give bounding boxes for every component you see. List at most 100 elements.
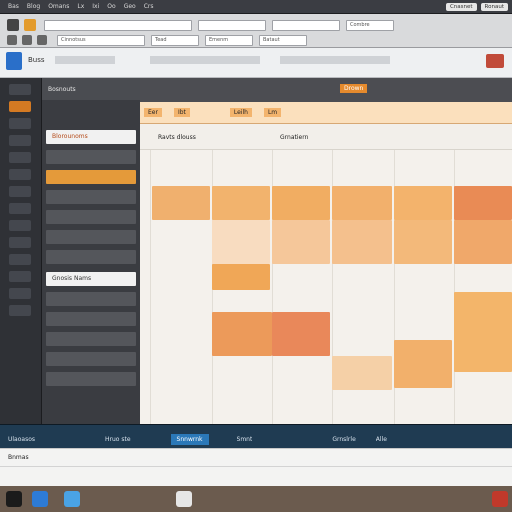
rail-button[interactable] [9,186,31,197]
calendar-title[interactable]: Drown [340,84,368,93]
toolbar-icon[interactable] [37,35,47,45]
calendar-event[interactable] [454,220,512,264]
calendar-event[interactable] [272,312,330,356]
calendar-tabs: Eer Ibt Leilh Lm [140,102,512,124]
side-header: Bosnouts [42,78,140,100]
calendar-top-bar: Drown [140,78,512,102]
calendar-event[interactable] [332,186,392,220]
calendar-event[interactable] [394,340,452,388]
side-item[interactable] [46,230,136,244]
calendar-event[interactable] [394,220,452,264]
rail-button[interactable] [9,254,31,265]
status-item[interactable]: Hruo ste [105,436,131,443]
calendar-tab[interactable]: Lm [263,108,282,117]
calendar-event[interactable] [332,220,392,264]
table-header-cell: Bnmas [8,454,29,461]
view-dropdown[interactable]: Combre [346,19,394,31]
side-item[interactable] [46,292,136,306]
ribbon-control[interactable] [55,56,115,64]
rail-button[interactable] [9,237,31,248]
calendar-event[interactable] [152,186,210,220]
rail-button[interactable] [9,271,31,282]
menu-right-button[interactable]: Cnasnet [445,2,477,11]
calendar-tab[interactable]: Ibt [173,108,190,117]
calendar-event[interactable] [212,312,272,356]
ribbon: Buss [0,48,512,78]
folder-icon[interactable] [24,19,36,31]
calendar-event[interactable] [454,186,512,220]
dock-icon[interactable] [32,491,48,507]
side-item[interactable] [46,332,136,346]
ribbon-control[interactable] [150,56,260,64]
rail-button[interactable] [9,288,31,299]
side-item[interactable] [46,312,136,326]
left-rail [0,78,42,424]
column-header: Grnatiern [280,134,309,141]
search-input[interactable] [44,19,192,31]
toolbar-button[interactable]: Tead [151,34,199,46]
side-title: Bosnouts [48,85,76,93]
rail-button[interactable] [9,220,31,231]
calendar-tab[interactable]: Leilh [229,108,252,117]
rail-button[interactable] [9,118,31,129]
rail-button[interactable] [9,135,31,146]
toolbar-icon[interactable] [22,35,32,45]
side-item[interactable] [46,190,136,204]
menu-item[interactable]: Lx [77,3,84,10]
side-item-highlighted[interactable]: Gnosis Nams [46,272,136,286]
side-panel: Bosnouts Blorounoms Gnosis Nams [42,78,140,424]
status-item[interactable]: Alle [376,436,387,443]
calendar-event[interactable] [454,292,512,372]
menu-item[interactable]: Ixi [92,3,99,10]
calendar-event[interactable] [212,264,270,290]
side-item[interactable] [46,250,136,264]
toolbar-button[interactable]: Bataut [259,34,307,46]
side-item[interactable] [46,170,136,184]
rail-button[interactable] [9,152,31,163]
ribbon-alert-icon[interactable] [486,54,504,68]
status-item[interactable]: Smnt [237,436,253,443]
calendar-header: Ravts dlouss Grnatiern [140,124,512,150]
side-item-selected[interactable]: Blorounoms [46,130,136,144]
rail-button[interactable] [9,305,31,316]
ribbon-control[interactable] [280,56,390,64]
menu-item[interactable]: Crs [144,3,154,10]
dock-icon[interactable] [6,491,22,507]
menu-item[interactable]: Blog [27,3,40,10]
toolbar-button[interactable]: Emenm [205,34,253,46]
rail-button[interactable] [9,203,31,214]
rail-button[interactable] [9,84,31,95]
menu-item[interactable]: Bas [8,3,19,10]
calendar-event[interactable] [332,356,392,390]
app-icon[interactable] [7,19,19,31]
filter-field[interactable] [272,19,340,31]
status-item-selected[interactable]: Snnwrnk [170,433,209,445]
calendar-event[interactable] [394,186,452,220]
toolbar-icon[interactable] [7,35,17,45]
menu-item[interactable]: Oo [107,3,115,10]
calendar-event[interactable] [212,186,270,220]
menu-right-button[interactable]: Ronaut [480,2,508,11]
calendar-tab[interactable]: Eer [144,108,162,117]
table-row[interactable] [0,467,512,487]
side-item[interactable] [46,372,136,386]
status-item[interactable]: Grnslrle [332,436,355,443]
menu-item[interactable]: Geo [124,3,136,10]
side-item[interactable] [46,210,136,224]
filter-field[interactable] [198,19,266,31]
calendar-event[interactable] [212,220,270,264]
calendar-view: Drown Eer Ibt Leilh Lm Ravts dlouss Grna… [140,78,512,424]
rail-button-active[interactable] [9,101,31,112]
dock-icon[interactable] [176,491,192,507]
menu-item[interactable]: Omans [48,3,69,10]
calendar-event[interactable] [272,186,330,220]
status-item[interactable]: Ulaoasos [8,436,35,443]
calendar-event[interactable] [272,220,330,264]
calendar-column [150,150,151,424]
dock-icon[interactable] [64,491,80,507]
rail-button[interactable] [9,169,31,180]
side-item[interactable] [46,150,136,164]
dock-icon[interactable] [492,491,508,507]
side-item[interactable] [46,352,136,366]
toolbar-button[interactable]: Cinnotsus [57,34,145,46]
